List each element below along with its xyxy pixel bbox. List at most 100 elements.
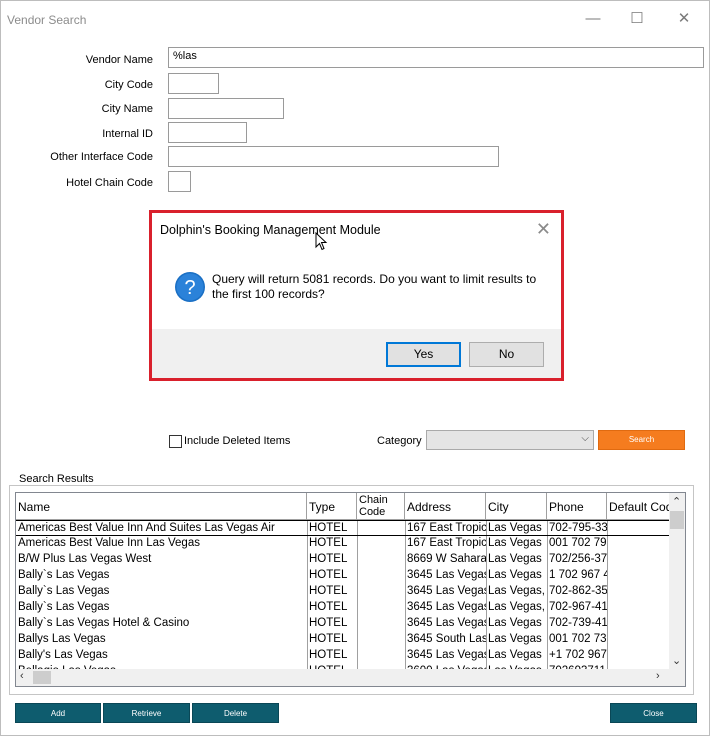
cell-chain-code bbox=[357, 617, 405, 632]
cell-city: Las Vegas, bbox=[488, 585, 545, 597]
vertical-scroll-thumb[interactable] bbox=[670, 511, 684, 529]
table-row[interactable]: Bally's Las Vegas HOTEL 3645 Las Vegas Las … bbox=[16, 648, 670, 664]
city-name-label: City Name bbox=[101, 103, 153, 115]
cell-city: Las Vegas, bbox=[488, 601, 545, 613]
horizontal-scrollbar[interactable]: ‹ › bbox=[16, 669, 685, 686]
vertical-scrollbar[interactable]: ⌃ ⌄ bbox=[669, 493, 685, 671]
cell-address: 167 East Tropic bbox=[407, 522, 486, 534]
close-icon[interactable]: ✕ bbox=[669, 9, 699, 29]
table-row[interactable]: Bally`s Las Vegas HOTEL 3645 Las Vegas Las … bbox=[16, 584, 670, 600]
retrieve-button[interactable]: Retrieve bbox=[103, 703, 190, 723]
column-header-default-code[interactable]: Default Code bbox=[607, 493, 670, 520]
cell-phone: 702/256-37 bbox=[549, 553, 607, 565]
cell-chain-code bbox=[357, 537, 405, 552]
column-header-type[interactable]: Type bbox=[307, 493, 357, 520]
cell-phone: 1 702 967 4 bbox=[549, 569, 607, 581]
vendor-search-window: Vendor Search — ☐ ✕ Vendor Name %las Cit… bbox=[0, 0, 710, 736]
cell-name: Americas Best Value Inn Las Vegas bbox=[18, 537, 200, 549]
cell-type: HOTEL bbox=[309, 601, 348, 613]
cell-phone: 702-739-41 bbox=[549, 617, 607, 629]
dialog-message: Query will return 5081 records. Do you w… bbox=[212, 272, 537, 301]
maximize-icon[interactable]: ☐ bbox=[622, 9, 652, 29]
cell-address: 3645 Las Vegas bbox=[407, 617, 486, 629]
window-title: Vendor Search bbox=[7, 13, 87, 27]
cell-address: 8669 W Sahara bbox=[407, 553, 486, 565]
cell-name: Bally`s Las Vegas bbox=[18, 569, 110, 581]
cell-type: HOTEL bbox=[309, 585, 348, 597]
cell-type: HOTEL bbox=[309, 537, 348, 549]
cell-name: Bally's Las Vegas bbox=[18, 649, 108, 661]
scroll-right-icon[interactable]: › bbox=[656, 670, 660, 682]
internal-id-input[interactable] bbox=[168, 122, 247, 143]
minimize-icon[interactable]: — bbox=[578, 9, 608, 29]
scroll-left-icon[interactable]: ‹ bbox=[20, 670, 24, 682]
table-row[interactable]: Bally`s Las Vegas HOTEL 3645 Las Vegas Las … bbox=[16, 568, 670, 584]
cell-name: B/W Plus Las Vegas West bbox=[18, 553, 152, 565]
scroll-up-icon[interactable]: ⌃ bbox=[672, 495, 681, 508]
vendor-name-input[interactable]: %las bbox=[168, 47, 704, 68]
dialog-close-icon[interactable]: ✕ bbox=[536, 219, 551, 240]
cell-phone: +1 702 967 bbox=[549, 649, 607, 661]
column-header-address[interactable]: Address bbox=[405, 493, 486, 520]
scroll-down-icon[interactable]: ⌄ bbox=[672, 654, 681, 667]
hotel-chain-label: Hotel Chain Code bbox=[66, 177, 153, 189]
cell-chain-code bbox=[357, 585, 405, 600]
cell-chain-code bbox=[357, 649, 405, 664]
dialog-title: Dolphin's Booking Management Module bbox=[160, 223, 381, 237]
cell-type: HOTEL bbox=[309, 569, 348, 581]
cell-phone: 702-967-41 bbox=[549, 601, 607, 613]
city-code-input[interactable] bbox=[168, 73, 219, 94]
svg-text:?: ? bbox=[184, 277, 195, 299]
cell-chain-code bbox=[357, 569, 405, 584]
results-grid[interactable]: Name Type Chain Code Address City Phone … bbox=[15, 492, 686, 687]
other-interface-input[interactable] bbox=[168, 146, 499, 167]
internal-id-label: Internal ID bbox=[102, 128, 153, 140]
close-button[interactable]: Close bbox=[610, 703, 697, 723]
cell-chain-code bbox=[357, 633, 405, 648]
cell-address: 3645 Las Vegas bbox=[407, 601, 486, 613]
chevron-down-icon: ⌵ bbox=[581, 433, 589, 444]
cell-phone: 702-862-35 bbox=[549, 585, 607, 597]
cell-city: Las Vegas bbox=[488, 617, 542, 629]
horizontal-scroll-thumb[interactable] bbox=[33, 671, 51, 684]
search-results-label: Search Results bbox=[17, 473, 96, 485]
cell-name: Bally`s Las Vegas bbox=[18, 601, 110, 613]
yes-button[interactable]: Yes bbox=[386, 342, 461, 367]
vendor-name-label: Vendor Name bbox=[85, 54, 153, 66]
category-select[interactable]: ⌵ bbox=[426, 430, 594, 450]
city-name-input[interactable] bbox=[168, 98, 284, 119]
title-bar: Vendor Search — ☐ ✕ bbox=[1, 1, 709, 37]
cell-chain-code bbox=[357, 522, 405, 537]
include-deleted-label: Include Deleted Items bbox=[184, 435, 291, 447]
confirm-dialog: Dolphin's Booking Management Module ✕ ? … bbox=[149, 210, 564, 381]
column-header-name[interactable]: Name bbox=[16, 493, 307, 520]
search-button[interactable]: Search bbox=[598, 430, 685, 450]
cell-chain-code bbox=[357, 553, 405, 568]
table-row[interactable]: Ballys Las Vegas HOTEL 3645 South Las Las V… bbox=[16, 632, 670, 648]
table-row[interactable]: Bally`s Las Vegas Hotel & Casino HOTEL 364… bbox=[16, 616, 670, 632]
column-header-city[interactable]: City bbox=[486, 493, 547, 520]
no-button[interactable]: No bbox=[469, 342, 544, 367]
cell-name: Bally`s Las Vegas bbox=[18, 585, 110, 597]
add-button[interactable]: Add bbox=[15, 703, 101, 723]
cell-phone: 001 702 79 bbox=[549, 537, 607, 549]
table-row[interactable]: B/W Plus Las Vegas West HOTEL 8669 W Sahar… bbox=[16, 552, 670, 568]
cell-address: 3645 Las Vegas bbox=[407, 569, 486, 581]
cell-city: Las Vegas bbox=[488, 522, 542, 534]
cell-city: Las Vegas bbox=[488, 569, 542, 581]
column-header-chain-code[interactable]: Chain Code bbox=[357, 493, 405, 520]
cell-name: Ballys Las Vegas bbox=[18, 633, 106, 645]
table-row[interactable]: Americas Best Value Inn Las Vegas HOTEL 16… bbox=[16, 536, 670, 552]
delete-button[interactable]: Delete bbox=[192, 703, 279, 723]
cell-chain-code bbox=[357, 601, 405, 616]
hotel-chain-input[interactable] bbox=[168, 171, 191, 192]
cell-city: Las Vegas bbox=[488, 553, 542, 565]
include-deleted-checkbox[interactable] bbox=[169, 435, 182, 448]
cell-city: Las Vegas bbox=[488, 633, 542, 645]
table-row[interactable]: Americas Best Value Inn And Suites Las V… bbox=[16, 520, 670, 536]
table-row[interactable]: Bally`s Las Vegas HOTEL 3645 Las Vegas Las … bbox=[16, 600, 670, 616]
cell-name: Bally`s Las Vegas Hotel & Casino bbox=[18, 617, 190, 629]
cell-type: HOTEL bbox=[309, 522, 348, 534]
column-header-phone[interactable]: Phone bbox=[547, 493, 607, 520]
cell-type: HOTEL bbox=[309, 617, 348, 629]
